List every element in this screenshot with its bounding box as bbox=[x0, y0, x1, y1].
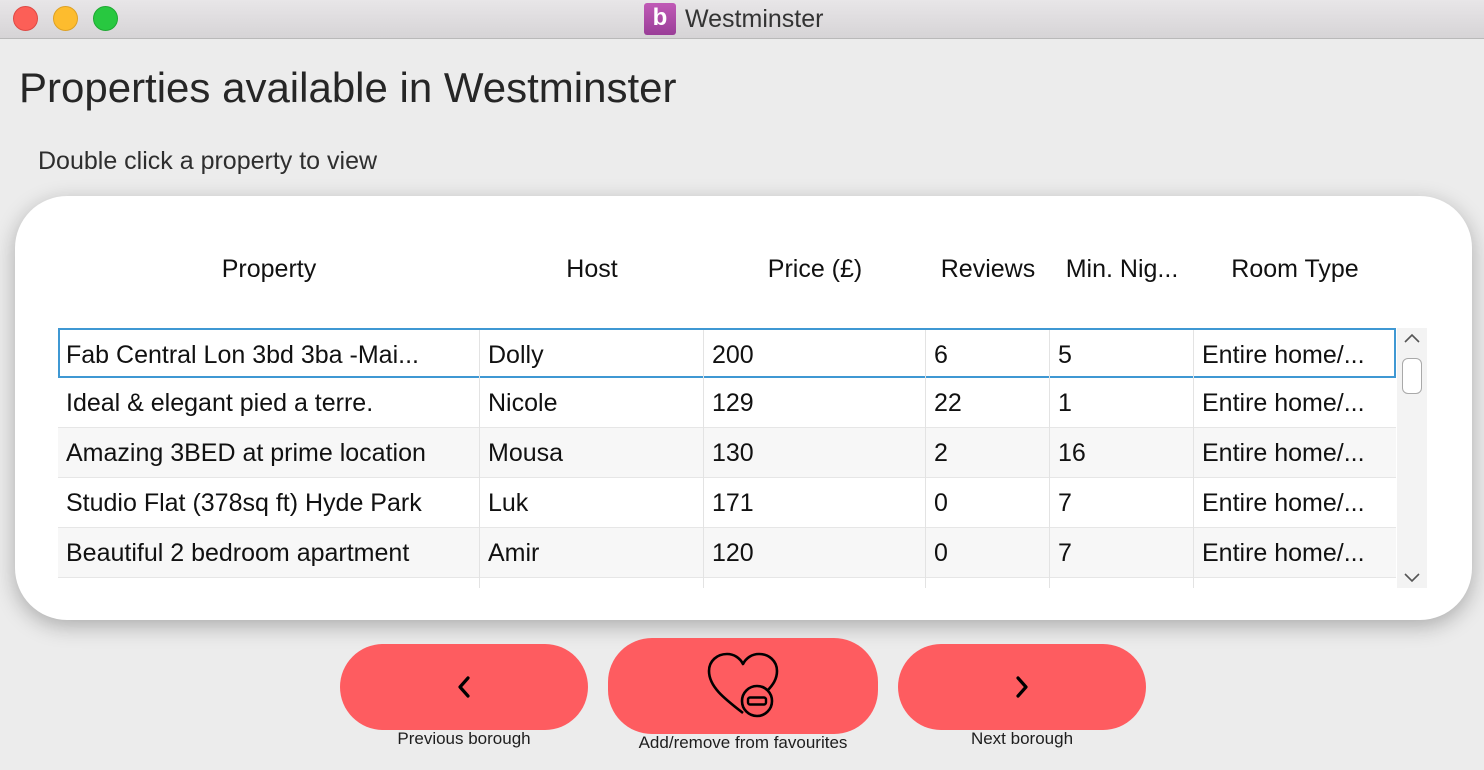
cell-host: Amir bbox=[480, 528, 704, 578]
column-header-room-type[interactable]: Room Type bbox=[1194, 252, 1396, 286]
cell-price: 120 bbox=[704, 528, 926, 578]
table-row-selected[interactable]: Fab Central Lon 3bd 3ba -Mai... Dolly 200 6… bbox=[58, 328, 1396, 380]
cell-price: 129 bbox=[704, 378, 926, 428]
cell-room-type: Entire home/... bbox=[1202, 439, 1365, 467]
previous-borough-button[interactable] bbox=[340, 644, 588, 730]
cell-min-nights bbox=[1050, 578, 1194, 588]
title-bar: b Westminster bbox=[0, 0, 1484, 39]
scroll-up-arrow-icon[interactable] bbox=[1397, 328, 1427, 348]
instruction-text: Double click a property to view bbox=[38, 147, 378, 175]
cell-host: Nicole bbox=[480, 378, 704, 428]
window-title: Westminster bbox=[685, 5, 824, 33]
next-borough-label: Next borough bbox=[970, 729, 1074, 748]
column-header-reviews[interactable]: Reviews bbox=[926, 252, 1050, 286]
column-header-property[interactable]: Property bbox=[58, 252, 480, 286]
cell-property bbox=[58, 578, 480, 588]
app-icon: b bbox=[644, 3, 676, 35]
table-row[interactable]: Beautiful 2 bedroom apartment Amir 120 0 7 En… bbox=[58, 528, 1396, 578]
cell-host: Dolly bbox=[480, 330, 704, 380]
cell-host bbox=[480, 578, 704, 588]
cell-room-type: Entire home/... bbox=[1202, 539, 1365, 567]
cell-reviews: 0 bbox=[926, 478, 1050, 528]
cell-price: 130 bbox=[704, 428, 926, 478]
chevron-right-icon bbox=[1012, 674, 1032, 700]
cell-reviews: 6 bbox=[926, 330, 1050, 380]
cell-price: 200 bbox=[704, 330, 926, 380]
cell-min-nights: 5 bbox=[1050, 330, 1194, 380]
table-row[interactable]: Studio Flat (378sq ft) Hyde Park Luk 171 0 7… bbox=[58, 478, 1396, 528]
previous-borough-label: Previous borough bbox=[397, 729, 531, 748]
cell-property: Beautiful 2 bedroom apartment bbox=[58, 528, 480, 578]
next-borough-button[interactable] bbox=[898, 644, 1146, 730]
cell-min-nights: 7 bbox=[1050, 478, 1194, 528]
column-header-min-nights[interactable]: Min. Nig... bbox=[1050, 252, 1194, 286]
cell-price: 171 bbox=[704, 478, 926, 528]
page-title: Properties available in Westminster bbox=[19, 64, 677, 111]
column-header-price[interactable]: Price (£) bbox=[704, 252, 926, 286]
cell-reviews: 22 bbox=[926, 378, 1050, 428]
cell-property: Fab Central Lon 3bd 3ba -Mai... bbox=[58, 330, 480, 380]
favourite-toggle-button[interactable] bbox=[608, 638, 878, 734]
cell-property: Studio Flat (378sq ft) Hyde Park bbox=[58, 478, 480, 528]
cell-property: Amazing 3BED at prime location bbox=[58, 428, 480, 478]
table-row[interactable]: Ideal & elegant pied a terre. Nicole 129 22… bbox=[58, 378, 1396, 428]
close-window-button[interactable] bbox=[13, 6, 38, 31]
cell-room-type: Entire home/... bbox=[1202, 389, 1365, 417]
scroll-thumb[interactable] bbox=[1402, 358, 1422, 394]
properties-table[interactable]: Fab Central Lon 3bd 3ba -Mai... Dolly 200 6… bbox=[58, 328, 1396, 588]
cell-min-nights: 1 bbox=[1050, 378, 1194, 428]
maximize-window-button[interactable] bbox=[93, 6, 118, 31]
column-header-host[interactable]: Host bbox=[480, 252, 704, 286]
cell-room-type bbox=[1194, 578, 1396, 588]
table-row[interactable]: Amazing 3BED at prime location Mousa 130 2 1… bbox=[58, 428, 1396, 478]
chevron-left-icon bbox=[454, 674, 474, 700]
cell-reviews: 0 bbox=[926, 528, 1050, 578]
cell-reviews: 2 bbox=[926, 428, 1050, 478]
cell-host: Mousa bbox=[480, 428, 704, 478]
minimize-window-button[interactable] bbox=[53, 6, 78, 31]
cell-room-type: Entire home/... bbox=[1202, 489, 1365, 517]
scroll-down-arrow-icon[interactable] bbox=[1397, 568, 1427, 588]
cell-property: Ideal & elegant pied a terre. bbox=[58, 378, 480, 428]
cell-host: Luk bbox=[480, 478, 704, 528]
cell-price bbox=[704, 578, 926, 588]
cell-room-type: Entire home/... bbox=[1202, 341, 1365, 369]
heart-remove-icon bbox=[703, 651, 783, 721]
table-scrollbar[interactable] bbox=[1397, 328, 1427, 588]
cell-min-nights: 16 bbox=[1050, 428, 1194, 478]
favourite-toggle-label: Add/remove from favourites bbox=[638, 733, 848, 752]
table-row[interactable] bbox=[58, 578, 1396, 588]
cell-min-nights: 7 bbox=[1050, 528, 1194, 578]
cell-reviews bbox=[926, 578, 1050, 588]
